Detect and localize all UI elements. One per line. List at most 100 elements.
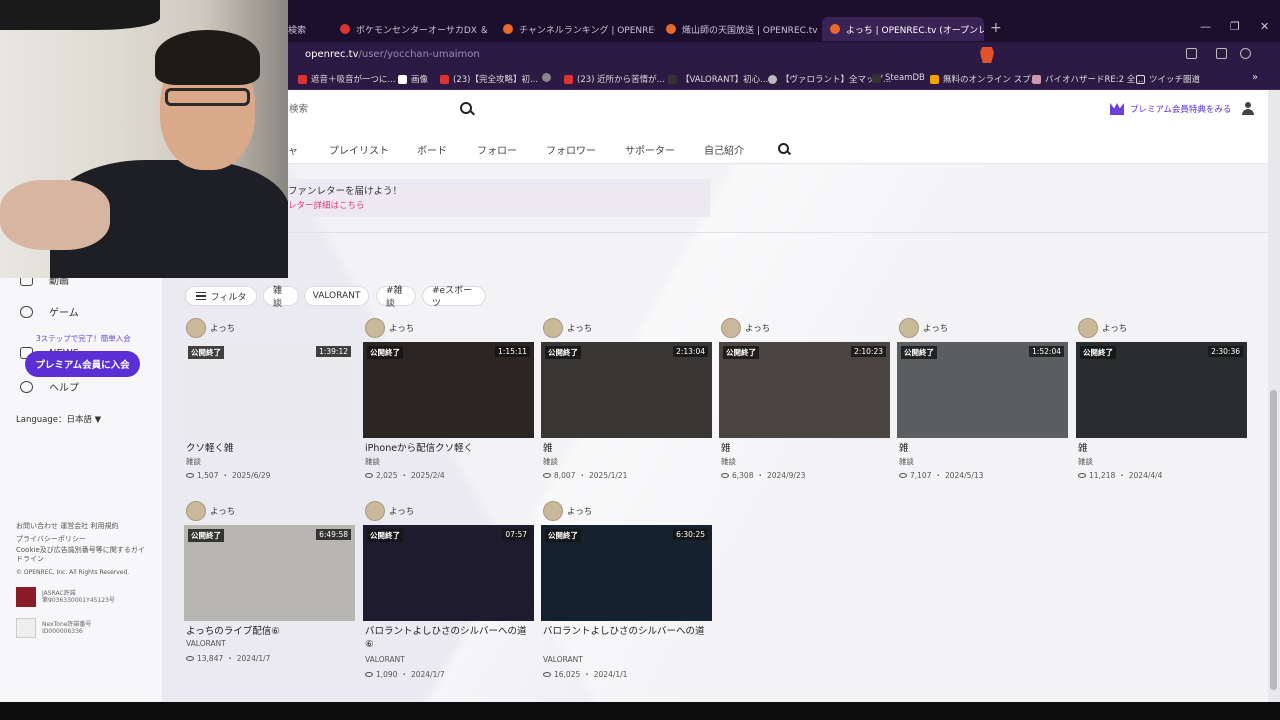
chevron-right-icon[interactable]: » xyxy=(1252,72,1258,83)
owner-name: よっち xyxy=(745,324,771,334)
tab-follower[interactable]: フォロワー xyxy=(546,142,596,157)
video-title[interactable]: 雑 xyxy=(543,442,711,455)
sidebar-toggle-icon[interactable] xyxy=(1186,48,1197,59)
video-category[interactable]: VALORANT xyxy=(365,655,405,664)
channel-owner[interactable]: よっち xyxy=(365,318,414,338)
filter-chip[interactable]: #eスポーツ xyxy=(422,286,486,309)
tab-supporter[interactable]: サポーター xyxy=(625,142,675,157)
tab-follow[interactable]: フォロー xyxy=(477,142,517,157)
channel-owner[interactable]: よっち xyxy=(365,501,414,521)
filter-chip[interactable]: 雑談 xyxy=(263,286,299,309)
video-meta: 11,218 ・ 2024/4/4 xyxy=(1078,470,1162,481)
video-title[interactable]: iPhoneから配信クソ軽く xyxy=(365,442,533,455)
youtube-icon xyxy=(564,74,573,84)
view-count: 11,218 xyxy=(1089,471,1116,480)
video-title[interactable]: 雑 xyxy=(721,442,889,455)
bookmark-icon xyxy=(298,74,307,84)
search-icon[interactable] xyxy=(778,143,789,154)
split-view-icon[interactable] xyxy=(1216,48,1227,59)
bookmark[interactable]: 【VALORANT】初心... xyxy=(668,73,768,85)
separator: ・ xyxy=(221,471,229,480)
bookmark[interactable]: 画像 xyxy=(398,73,428,85)
user-icon[interactable] xyxy=(1242,102,1254,116)
bookmark[interactable]: 無料のオンライン スプ... xyxy=(930,73,1039,85)
search-icon[interactable] xyxy=(460,102,472,114)
tab-self-intro[interactable]: 自己紹介 xyxy=(704,142,744,157)
video-meta: 2,025 ・ 2025/2/4 xyxy=(365,470,445,481)
avatar xyxy=(543,501,563,521)
bookmark[interactable]: バイオハザードRE:2 全... xyxy=(1032,73,1143,85)
privacy-link[interactable]: プライバシーポリシー xyxy=(16,535,151,544)
view-count: 6,308 xyxy=(732,471,754,480)
channel-owner[interactable]: よっち xyxy=(721,318,770,338)
maximize-icon[interactable]: ❐ xyxy=(1230,20,1240,33)
video-meta: 16,025 ・ 2024/1/1 xyxy=(543,669,627,680)
filter-chip[interactable]: VALORANT xyxy=(304,286,369,306)
channel-owner[interactable]: よっち xyxy=(186,318,235,338)
bookmark[interactable] xyxy=(542,73,555,82)
video-category[interactable]: VALORANT xyxy=(186,639,226,648)
url-text[interactable]: openrec.tv/user/yocchan-umaimon xyxy=(305,49,480,60)
search-placeholder: 検索 xyxy=(289,104,309,115)
bookmark[interactable]: 遮音＋吸音が一つに... xyxy=(298,73,396,85)
url-host: openrec.tv xyxy=(305,49,359,60)
tab-partial[interactable]: ャ xyxy=(288,142,298,157)
bookmark[interactable]: (23) 近所から苦情が... xyxy=(564,73,665,85)
taskbar-strip xyxy=(0,702,1280,720)
tab-board[interactable]: ボード xyxy=(417,142,447,157)
new-tab-button[interactable]: + xyxy=(990,20,1002,36)
video-category[interactable]: 雑談 xyxy=(1078,456,1093,467)
gamepad-icon xyxy=(20,305,33,318)
video-category[interactable]: 雑談 xyxy=(186,456,201,467)
avatar xyxy=(721,318,741,338)
wallet-icon[interactable] xyxy=(1240,48,1251,59)
tab-playlist[interactable]: プレイリスト xyxy=(329,142,389,157)
join-premium-button[interactable]: プレミアム会員に入会 xyxy=(25,351,140,377)
video-title[interactable]: 雑 xyxy=(899,442,1067,455)
video-category[interactable]: 雑談 xyxy=(543,456,558,467)
tab-pokemon[interactable]: ポケモンセンターオーサカDX ＆ ポケモンカ xyxy=(332,17,492,41)
video-category[interactable]: VALORANT xyxy=(543,655,583,664)
video-category[interactable]: 雑談 xyxy=(365,456,380,467)
webcam-hair xyxy=(155,30,260,85)
sidebar-item-help[interactable]: ヘルプ xyxy=(20,379,79,394)
language-selector[interactable]: Language：日本語 ▼ xyxy=(16,413,101,425)
window-close-icon[interactable]: ✕ xyxy=(1260,20,1269,33)
cookie-link[interactable]: Cookie及び広告識別番号等に関するガイドライン xyxy=(16,546,151,564)
status-badge: 公開終了 xyxy=(723,346,759,359)
filter-button[interactable]: フィルタ xyxy=(185,286,257,306)
sidebar-item-game[interactable]: ゲーム xyxy=(20,304,79,319)
video-title[interactable]: クソ軽く雑 xyxy=(186,442,354,455)
bookmark[interactable]: (23)【完全攻略】初... xyxy=(440,73,538,85)
bookmark-folder[interactable]: ツイッチ圏道 xyxy=(1136,73,1200,85)
status-badge: 公開終了 xyxy=(545,529,581,542)
tab-active[interactable]: よっち | OPENREC.tv (オープンレック)✕ xyxy=(822,17,984,41)
video-title[interactable]: 雑 xyxy=(1078,442,1246,455)
tab-heaven[interactable]: 熾山師の天国放送 | OPENREC.tv (オー xyxy=(658,17,818,41)
video-title[interactable]: バロラントよしひさのシルバーへの道⑥ xyxy=(365,625,533,651)
tab-ranking[interactable]: チャンネルランキング | OPENREC.tv (オー xyxy=(495,17,655,41)
channel-owner[interactable]: よっち xyxy=(543,501,592,521)
fanletter-link[interactable]: レター詳細はこちら xyxy=(288,199,365,211)
search-input[interactable]: 検索 xyxy=(289,95,479,121)
avatar xyxy=(365,501,385,521)
channel-owner[interactable]: よっち xyxy=(1078,318,1127,338)
footer-links[interactable]: お問い合わせ 運営会社 利用規約 xyxy=(16,522,151,531)
filter-chip[interactable]: #雑談 xyxy=(376,286,416,309)
video-title[interactable]: バロラントよしひさのシルバーへの道 xyxy=(543,625,711,638)
video-date: 2024/1/7 xyxy=(410,670,445,679)
video-title[interactable]: よっちのライブ配信⑥ xyxy=(186,625,354,638)
channel-owner[interactable]: よっち xyxy=(186,501,235,521)
premium-benefits-link[interactable]: プレミアム会員特典をみる xyxy=(1130,103,1231,115)
jasrac-text: JASRAC許諾 第9036330001Y45123号 xyxy=(42,590,115,604)
video-category[interactable]: 雑談 xyxy=(721,456,736,467)
duration-badge: 1:15:11 xyxy=(495,346,530,357)
channel-owner[interactable]: よっち xyxy=(899,318,948,338)
divider xyxy=(163,232,1268,233)
video-category[interactable]: 雑談 xyxy=(899,456,914,467)
channel-owner[interactable]: よっち xyxy=(543,318,592,338)
minimize-icon[interactable]: — xyxy=(1200,20,1211,33)
bookmark[interactable]: SteamDB xyxy=(872,73,925,83)
owner-name: よっち xyxy=(567,507,593,517)
scrollbar-thumb[interactable] xyxy=(1270,390,1277,690)
